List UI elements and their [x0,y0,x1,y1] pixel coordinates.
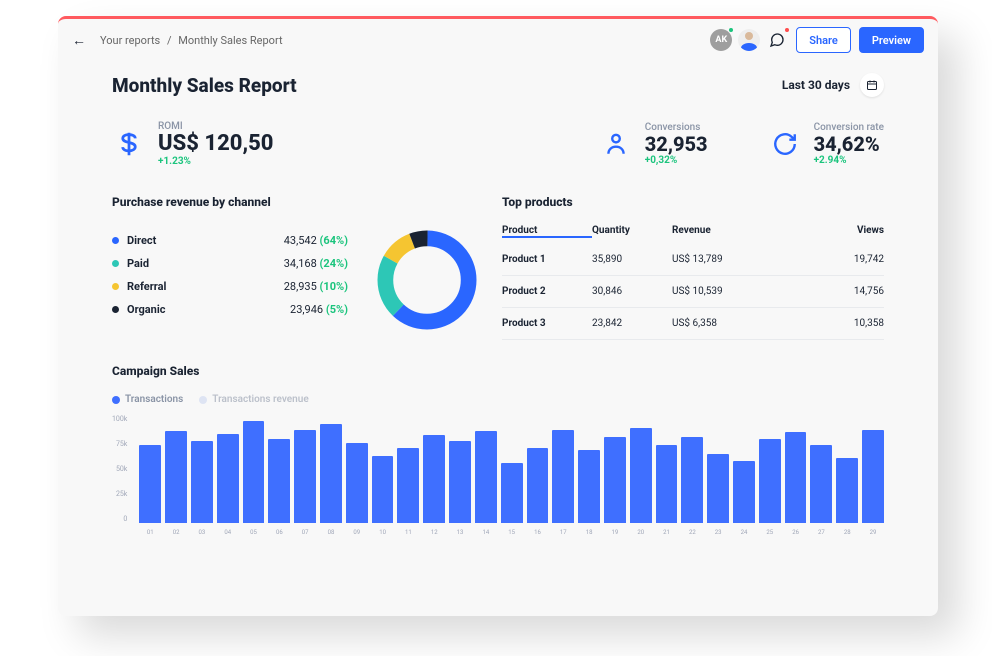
channel-row: Paid34,168 (24%) [112,257,348,270]
donut-chart [372,225,482,335]
bar [217,434,239,524]
dollar-icon [112,127,146,161]
kpi-row: ROMI US$ 120,50 +1.23% Conversions 32,95… [112,121,884,167]
campaign-chart: 100k75k50k25k0 0102030405060708091011121… [112,415,884,535]
bar [552,430,574,523]
legend-label: Transactions [125,394,183,405]
share-button[interactable]: Share [796,27,851,53]
back-arrow-icon[interactable]: ← [72,32,86,49]
bar [268,439,290,523]
top-products-table: Product Quantity Revenue Views Product 1… [502,225,884,340]
report-card: ← Your reports / Monthly Sales Report AK… [58,16,938,616]
bar [294,430,316,523]
kpi-conversions: Conversions 32,953 +0,32% [599,122,708,166]
refresh-icon [768,127,802,161]
comments-icon[interactable] [766,29,788,51]
bar [630,428,652,523]
kpi-value: 34,62% [814,133,884,155]
bar [733,461,755,524]
bar [759,439,781,523]
table-header: Quantity [592,225,672,238]
breadcrumb: Your reports / Monthly Sales Report [100,34,283,47]
bar [372,456,394,523]
breadcrumb-current: Monthly Sales Report [178,34,282,47]
bar [785,432,807,523]
table-header: Revenue [672,225,772,238]
kpi-delta: +1.23% [158,156,274,167]
bar [604,437,626,523]
avatar[interactable]: AK [710,29,732,51]
bar [165,431,187,523]
avatar[interactable] [738,29,760,51]
bar [578,450,600,523]
bar [707,454,729,523]
bar [836,458,858,523]
legend-label: Transactions revenue [212,394,308,405]
channel-row: Organic23,946 (5%) [112,303,348,316]
kpi-conversion-rate: Conversion rate 34,62% +2.94% [768,122,884,166]
breadcrumb-root[interactable]: Your reports [100,34,160,47]
bar [656,445,678,523]
section-title: Campaign Sales [112,364,884,378]
table-row[interactable]: Product 135,890US$ 13,78919,742 [502,244,884,276]
bar [681,437,703,523]
bar [139,445,161,523]
bar [423,435,445,524]
bar [449,441,471,523]
page-title: Monthly Sales Report [112,74,297,97]
bar [320,424,342,523]
collaborators: AK [710,29,788,51]
bar [862,430,884,523]
table-row[interactable]: Product 230,846US$ 10,53914,756 [502,276,884,308]
bar [397,448,419,524]
table-row[interactable]: Product 323,842US$ 6,35810,358 [502,308,884,340]
preview-button[interactable]: Preview [859,27,924,53]
channel-row: Direct43,542 (64%) [112,234,348,247]
section-title: Top products [502,195,884,209]
calendar-icon [860,73,884,97]
channel-list: Direct43,542 (64%) Paid34,168 (24%) Referr… [112,234,348,326]
bar [527,448,549,524]
table-header: Views [772,225,884,238]
bar [346,443,368,523]
person-icon [599,127,633,161]
kpi-delta: +2.94% [814,155,884,166]
bar [475,431,497,523]
section-title: Purchase revenue by channel [112,195,482,209]
bar [191,441,213,523]
kpi-value: US$ 120,50 [158,132,274,156]
date-range-selector[interactable]: Last 30 days [782,73,884,97]
bar [501,463,523,523]
kpi-delta: +0,32% [645,155,708,166]
kpi-romi: ROMI US$ 120,50 +1.23% [112,121,274,167]
topbar: ← Your reports / Monthly Sales Report AK… [58,19,938,61]
bar [810,445,832,523]
kpi-value: 32,953 [645,133,708,155]
table-header[interactable]: Product [502,225,592,238]
chart-legend: Transactions Transactions revenue [112,394,884,405]
date-range-label: Last 30 days [782,78,850,92]
channel-row: Referral28,935 (10%) [112,280,348,293]
bar [243,421,265,524]
